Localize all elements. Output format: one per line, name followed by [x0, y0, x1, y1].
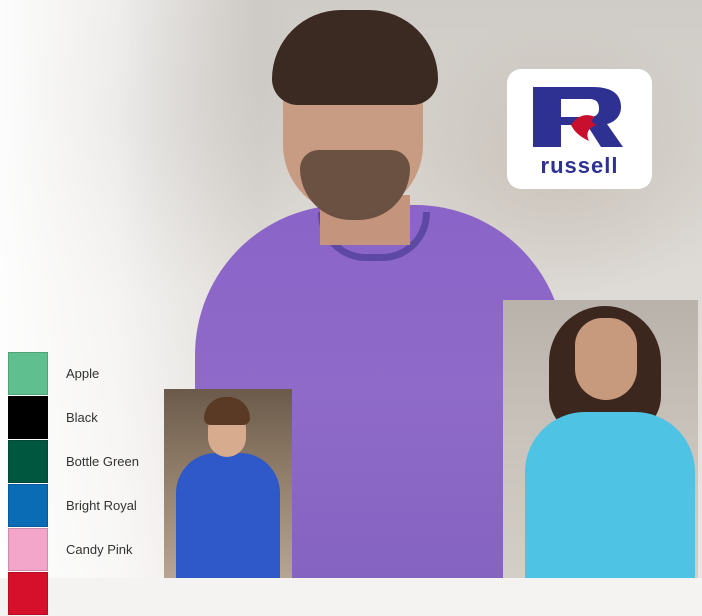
- swatch-row[interactable]: Candy Pink: [0, 528, 170, 572]
- swatch-label: Apple: [66, 366, 100, 381]
- model-hair: [272, 10, 438, 105]
- russell-wordmark: russell: [540, 153, 619, 178]
- color-swatch[interactable]: [8, 484, 48, 527]
- kid-hair: [204, 397, 250, 425]
- swatch-row[interactable]: Bright Royal: [0, 484, 170, 528]
- russell-logo: russell: [507, 69, 652, 189]
- woman-photo: [503, 300, 698, 578]
- swatch-row[interactable]: Apple: [0, 352, 170, 396]
- swatch-row[interactable]: Bottle Green: [0, 440, 170, 484]
- swatch-label: Candy Pink: [66, 542, 133, 557]
- color-swatch[interactable]: [8, 572, 48, 615]
- swatch-label: Black: [66, 410, 98, 425]
- swatch-label: Bright Royal: [66, 498, 137, 513]
- color-swatch[interactable]: [8, 352, 48, 395]
- color-swatch-list: Apple Black Bottle Green Bright Royal Ca…: [0, 352, 170, 615]
- color-swatch[interactable]: [8, 396, 48, 439]
- royal-blue-tshirt: [176, 453, 280, 578]
- color-swatch[interactable]: [8, 440, 48, 483]
- swatch-row[interactable]: [0, 572, 170, 616]
- woman-face: [575, 318, 637, 400]
- color-swatch[interactable]: [8, 528, 48, 571]
- turquoise-tshirt: [525, 412, 695, 578]
- swatch-row[interactable]: Black: [0, 396, 170, 440]
- kid-photo: [164, 389, 292, 578]
- russell-r-icon: [533, 87, 623, 147]
- swatch-label: Bottle Green: [66, 454, 139, 469]
